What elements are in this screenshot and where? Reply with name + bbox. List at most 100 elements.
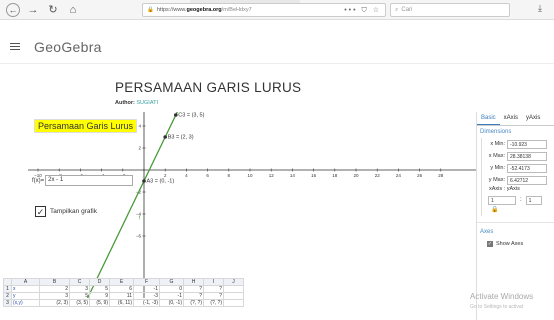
table-cell[interactable]: 2: [39, 285, 70, 293]
spreadsheet-view[interactable]: A B C D E F G H I J 1 x 2 3 5 6 -1 0?? 2 y 3 5 9 11 -3 -1?? 3 (x,y)…: [3, 278, 319, 307]
column-header[interactable]: D: [89, 278, 110, 286]
table-cell[interactable]: ?: [183, 292, 204, 300]
function-input[interactable]: 2x - 1: [45, 175, 134, 186]
point-marker: [163, 135, 167, 139]
geogebra-logo[interactable]: GeoGebra: [34, 39, 102, 55]
axes-heading: Axes: [477, 222, 554, 237]
table-cell[interactable]: 3: [69, 285, 90, 293]
column-header[interactable]: C: [69, 278, 90, 286]
graphics-view[interactable]: −10−8−6−4−2246810121416182022242628642−2…: [28, 112, 476, 298]
table-cell[interactable]: (2, 3): [39, 299, 70, 307]
table-cell[interactable]: ?: [183, 285, 204, 293]
table-cell[interactable]: (0, -1): [159, 299, 184, 307]
point-label: C3 = (3, 5): [178, 113, 204, 119]
function-label: f(x)=: [32, 177, 45, 184]
table-cell[interactable]: ?: [203, 292, 224, 300]
column-header[interactable]: H: [183, 278, 204, 286]
y-max-input[interactable]: 6.42712: [507, 175, 547, 185]
ratio-y-input[interactable]: 1: [525, 195, 542, 205]
home-icon[interactable]: ⌂: [66, 3, 80, 17]
page-actions-icon[interactable]: ••• ⛉ ☆: [344, 6, 381, 15]
column-header[interactable]: G: [159, 278, 184, 286]
url-bar[interactable]: 🔒 https://www. geogebra.org/m/BeHdxy7 •••…: [142, 3, 386, 17]
point-label: A3 = (0, -1): [147, 179, 175, 185]
table-cell[interactable]: (5, 9): [89, 299, 110, 307]
table-cell[interactable]: 0: [159, 285, 184, 293]
table-cell[interactable]: (3, 5): [69, 299, 90, 307]
table-row: 2 y 3 5 9 11 -3 -1??: [3, 292, 244, 300]
row-header[interactable]: 2: [3, 292, 12, 300]
column-header[interactable]: I: [203, 278, 224, 286]
column-header[interactable]: F: [133, 278, 160, 286]
tab-yaxis[interactable]: yAxis: [522, 112, 544, 125]
checkbox-checked-icon[interactable]: ✓: [487, 241, 493, 247]
table-cell[interactable]: [223, 292, 244, 300]
graphics-title-box: Persamaan Garis Lurus: [34, 119, 138, 133]
author-name[interactable]: SUGIATI: [136, 100, 158, 106]
tab-basic[interactable]: Basic: [477, 112, 500, 125]
table-cell[interactable]: y: [11, 292, 40, 300]
download-icon[interactable]: ⤓: [538, 3, 542, 14]
table-cell[interactable]: 9: [89, 292, 110, 300]
column-header[interactable]: E: [109, 278, 134, 286]
settings-panel: Basic xAxis yAxis Dimensions x Min: -10.…: [476, 112, 554, 320]
table-cell[interactable]: 3: [39, 292, 70, 300]
reload-icon[interactable]: ↻: [46, 3, 60, 17]
table-cell[interactable]: x: [11, 285, 40, 293]
url-path: /m/BeHdxy7: [221, 7, 252, 13]
table-cell[interactable]: 6: [109, 285, 134, 293]
x-tick-label: 14: [290, 173, 296, 178]
table-cell[interactable]: [223, 299, 244, 307]
x-tick-label: 18: [332, 173, 338, 178]
point-marker: [174, 113, 178, 117]
x-tick-label: 4: [185, 173, 188, 178]
spreadsheet-table[interactable]: A B C D E F G H I J 1 x 2 3 5 6 -1 0?? 2 y 3 5 9 11 -3 -1?? 3 (x,y)…: [3, 278, 244, 307]
tab-xaxis[interactable]: xAxis: [500, 112, 522, 125]
author-line: Author: SUGIATI: [115, 100, 158, 106]
ratio-x-input[interactable]: 1: [488, 195, 516, 205]
table-cell[interactable]: [223, 285, 244, 293]
table-cell[interactable]: 5: [89, 285, 110, 293]
search-icon: ⌕: [395, 6, 399, 13]
table-cell[interactable]: (x,y): [11, 299, 40, 307]
point-label: B3 = (2, 3): [168, 135, 194, 141]
y-tick-label: −6: [136, 234, 142, 239]
column-header[interactable]: B: [39, 278, 70, 286]
row-header[interactable]: 3: [3, 299, 12, 307]
table-cell[interactable]: ?: [203, 285, 224, 293]
table-cell[interactable]: 5: [69, 292, 90, 300]
table-cell[interactable]: -1: [159, 292, 184, 300]
x-min-label: x Min:: [490, 141, 505, 147]
x-tick-label: 22: [375, 173, 381, 178]
y-tick-label: 4: [138, 124, 141, 129]
y-min-input[interactable]: -52.4173: [507, 163, 547, 173]
column-header[interactable]: A: [11, 278, 40, 286]
table-cell[interactable]: -1: [133, 285, 160, 293]
x-min-row: x Min: -10.923: [485, 138, 554, 150]
table-cell[interactable]: (?, ?): [183, 299, 204, 307]
table-cell[interactable]: (?, ?): [203, 299, 224, 307]
axis-ratio-row: 1 : 1: [485, 194, 554, 206]
table-cell[interactable]: -3: [133, 292, 160, 300]
show-axes-checkbox[interactable]: ✓ Show Axes: [477, 237, 554, 247]
checkbox-checked-icon[interactable]: ✓: [35, 206, 46, 217]
coordinate-plane[interactable]: −10−8−6−4−2246810121416182022242628642−2…: [28, 112, 476, 298]
search-input[interactable]: ⌕ Cari: [390, 3, 510, 17]
lock-ratio-icon[interactable]: 🔒: [485, 206, 554, 216]
x-max-input[interactable]: 28.38138: [507, 151, 547, 161]
site-header: GeoGebra: [0, 30, 554, 64]
hamburger-menu-icon[interactable]: [10, 42, 20, 51]
forward-icon[interactable]: →: [26, 3, 40, 17]
row-header[interactable]: 1: [3, 285, 12, 293]
activation-watermark-sub: Go to Settings to activat: [470, 304, 524, 310]
column-header[interactable]: J: [223, 278, 244, 286]
back-icon[interactable]: ←: [6, 2, 20, 17]
browser-toolbar: ← → ↻ ⌂ 🔒 https://www. geogebra.org/m/BeH…: [0, 0, 554, 20]
table-cell[interactable]: (6, 11): [109, 299, 134, 307]
column-header[interactable]: [3, 278, 12, 286]
table-cell[interactable]: 11: [109, 292, 134, 300]
show-graph-toggle[interactable]: ✓ Tampilkan grafik: [35, 206, 97, 217]
x-tick-label: 6: [206, 173, 209, 178]
x-min-input[interactable]: -10.923: [507, 139, 547, 149]
table-cell[interactable]: (-1, -3): [133, 299, 160, 307]
